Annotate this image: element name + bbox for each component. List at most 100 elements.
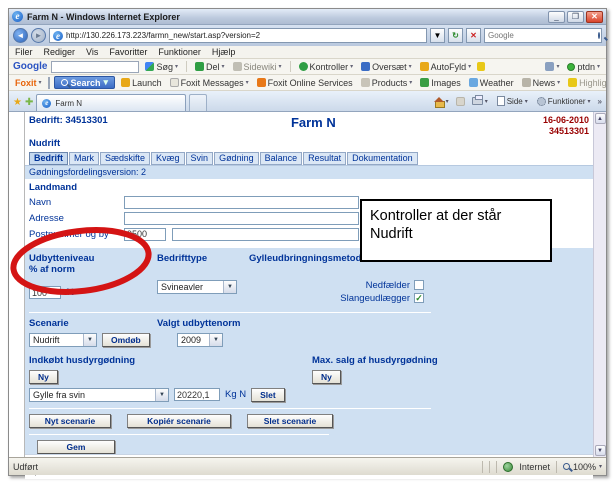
address-dropdown-button[interactable]: ▼: [430, 28, 445, 43]
udbytteniveau-input[interactable]: [29, 286, 61, 299]
adresse-input[interactable]: [124, 212, 359, 225]
nedfaelder-checkbox[interactable]: [414, 280, 424, 290]
close-button[interactable]: ✕: [586, 11, 603, 23]
tab-svin[interactable]: Svin: [186, 152, 214, 165]
google-user-button[interactable]: ptdn▾: [565, 62, 602, 72]
foxit-brand-button[interactable]: Foxit▾: [13, 78, 44, 88]
page-header: Bedrift: 34513301 Farm N 16-06-2010 3451…: [25, 112, 593, 165]
tab-saedskifte[interactable]: Sædskifte: [100, 152, 150, 165]
new-tab-stub[interactable]: [189, 94, 207, 111]
new-manure-button[interactable]: Ny: [29, 370, 58, 384]
navn-input[interactable]: [124, 196, 359, 209]
feeds-icon[interactable]: [456, 97, 465, 106]
delete-manure-button[interactable]: Slet: [251, 388, 285, 402]
add-favorite-icon[interactable]: ✚: [25, 95, 33, 111]
foxit-images-button[interactable]: Images: [418, 78, 463, 88]
zoom-control[interactable]: 100% ▾: [563, 462, 602, 472]
foxit-launch-button[interactable]: Launch: [119, 78, 164, 88]
google-sidewiki-button[interactable]: Sidewiki▾: [231, 62, 284, 72]
manure-amount-input[interactable]: [174, 388, 220, 401]
google-search-input[interactable]: [51, 61, 139, 73]
weather-icon: [469, 78, 478, 87]
toolbar-overflow-chevron[interactable]: »: [598, 97, 602, 106]
menu-vis[interactable]: Vis: [86, 47, 98, 57]
search-box[interactable]: [484, 28, 602, 43]
sidewiki-icon: [233, 62, 242, 71]
save-button[interactable]: Gem: [37, 440, 115, 454]
new-scenario-button[interactable]: Nyt scenarie: [29, 414, 111, 428]
forward-button[interactable]: ►: [31, 28, 46, 43]
back-button[interactable]: ◄: [13, 28, 28, 43]
by-input[interactable]: [172, 228, 359, 241]
stop-button[interactable]: ✕: [466, 28, 481, 43]
version-band: Gødningsfordelingsversion: 2: [25, 165, 593, 179]
menu-rediger[interactable]: Rediger: [44, 47, 76, 57]
google-spellcheck-button[interactable]: Kontroller▾: [297, 62, 356, 72]
internet-zone-label: Internet: [519, 462, 550, 472]
search-input[interactable]: [488, 31, 598, 40]
instruction-note-text: Kontroller at der står Nudrift: [370, 208, 501, 242]
url-input[interactable]: [66, 31, 423, 40]
google-search-button[interactable]: Søg▾: [143, 62, 180, 72]
date-label: 16-06-2010: [543, 115, 589, 125]
products-icon: [361, 78, 370, 87]
menu-hjaelp[interactable]: Hjælp: [212, 47, 236, 57]
restore-button[interactable]: ❐: [567, 11, 584, 23]
foxit-search-input[interactable]: [48, 77, 50, 89]
bedrifttype-select[interactable]: Svineavler▼: [157, 280, 237, 294]
foxit-search-button[interactable]: Search▾: [54, 76, 116, 89]
tab-dokumentation[interactable]: Dokumentation: [347, 152, 418, 165]
foxit-highlight-button[interactable]: Highlight: [566, 78, 606, 88]
scroll-up-icon[interactable]: ▲: [595, 113, 606, 124]
translate-icon: [361, 62, 370, 71]
menu-filer[interactable]: Filer: [15, 47, 33, 57]
left-frame-gutter: [9, 112, 25, 457]
new-max-sale-button[interactable]: Ny: [312, 370, 341, 384]
foxit-weather-button[interactable]: Weather: [467, 78, 516, 88]
address-field[interactable]: e: [49, 28, 427, 43]
tools-menu-button[interactable]: Funktioner▾: [535, 97, 593, 106]
tab-kvaeg[interactable]: Kvæg: [151, 152, 185, 165]
postnummer-input[interactable]: [124, 228, 166, 241]
menu-funktioner[interactable]: Funktioner: [158, 47, 201, 57]
home-button[interactable]: ▾: [432, 97, 451, 106]
tab-farm-n[interactable]: e Farm N: [36, 94, 186, 111]
favorites-star-icon[interactable]: ★: [13, 95, 22, 111]
refresh-button[interactable]: ↻: [448, 28, 463, 43]
rename-scenario-button[interactable]: Omdøb: [102, 333, 150, 347]
foxit-products-button[interactable]: Products▾: [359, 78, 415, 88]
page-menu-button[interactable]: Side▾: [495, 96, 530, 106]
tab-goedning[interactable]: Gødning: [214, 152, 259, 165]
page-column: Bedrift: 34513301 Farm N 16-06-2010 3451…: [25, 112, 593, 457]
menu-favoritter[interactable]: Favoritter: [109, 47, 147, 57]
foxit-online-services-button[interactable]: Foxit Online Services: [255, 78, 355, 88]
tab-bedrift[interactable]: Bedrift: [29, 152, 68, 165]
google-logo: Google: [13, 61, 47, 72]
scroll-down-icon[interactable]: ▼: [595, 445, 606, 456]
toolbar-settings-button[interactable]: ▾: [543, 62, 561, 71]
chevron-down-icon: ▼: [155, 389, 168, 401]
copy-scenario-button[interactable]: Kopiér scenarie: [127, 414, 231, 428]
scenarie-select[interactable]: Nudrift▼: [29, 333, 97, 347]
foxit-news-button[interactable]: News▾: [520, 78, 563, 88]
gear-icon: [537, 97, 546, 106]
slangeudlaegger-checkbox[interactable]: ✓: [414, 293, 424, 303]
google-translate-button[interactable]: Oversæt▾: [359, 62, 414, 72]
google-share-button[interactable]: Del▾: [193, 62, 227, 72]
pen-icon[interactable]: [477, 62, 485, 71]
minimize-button[interactable]: _: [548, 11, 565, 23]
udbyttenorm-header: Valgt udbyttenorm: [157, 318, 240, 329]
vertical-scrollbar[interactable]: ▲ ▼: [593, 112, 606, 457]
print-button[interactable]: ▾: [470, 97, 490, 105]
separator: [290, 61, 291, 72]
tab-balance[interactable]: Balance: [260, 152, 303, 165]
adresse-label: Adresse: [29, 213, 124, 224]
google-autofill-button[interactable]: AutoFyld▾: [418, 62, 474, 72]
separator: [186, 61, 187, 72]
tab-resultat[interactable]: Resultat: [303, 152, 346, 165]
manure-type-select[interactable]: Gylle fra svin▼: [29, 388, 169, 402]
foxit-messages-button[interactable]: Foxit Messages▾: [168, 78, 251, 88]
delete-scenario-button[interactable]: Slet scenarie: [247, 414, 333, 428]
tab-mark[interactable]: Mark: [69, 152, 99, 165]
udbyttenorm-select[interactable]: 2009▼: [177, 333, 223, 347]
